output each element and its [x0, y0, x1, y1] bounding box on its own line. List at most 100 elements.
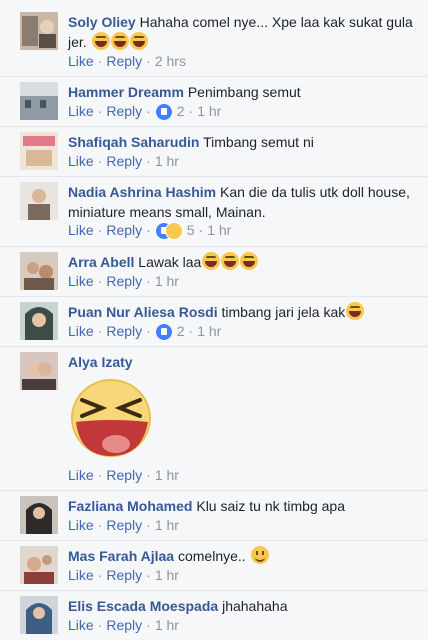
comment-body: Elis Escada Moespada jhahahaha	[68, 596, 418, 616]
like-reaction-icon	[154, 323, 173, 341]
laugh-emoji	[91, 32, 110, 50]
timestamp[interactable]: 1 hr	[207, 222, 231, 238]
commenter-name[interactable]: Puan Nur Aliesa Rosdi	[68, 304, 218, 320]
comment-body: Nadia Ashrina Hashim Kan die da tulis ut…	[68, 182, 418, 222]
like-link[interactable]: Like	[68, 517, 94, 533]
comment-body: Soly Oliey Hahaha comel nye... Xpe laa k…	[68, 12, 418, 52]
reply-link[interactable]: Reply	[106, 567, 142, 583]
comment-body: Shafiqah Saharudin Timbang semut ni	[68, 132, 418, 152]
comment-body: Hammer Dreamm Penimbang semut	[68, 82, 418, 102]
comment-actions: Like · Reply · 1 hr	[68, 467, 179, 483]
laugh-emoji	[129, 32, 148, 50]
avatar[interactable]	[20, 496, 58, 534]
like-link[interactable]: Like	[68, 467, 94, 483]
comment-text: Klu saiz tu nk timbg apa	[196, 498, 345, 514]
comment-text: Penimbang semut	[187, 84, 301, 100]
avatar[interactable]	[20, 182, 58, 220]
reactions[interactable]	[154, 323, 173, 341]
avatar[interactable]	[20, 12, 58, 50]
commenter-name[interactable]: Fazliana Mohamed	[68, 498, 192, 514]
comment: Alya Izaty Like · Reply · 1 hr	[0, 346, 428, 491]
timestamp[interactable]: 2 hrs	[155, 53, 186, 69]
reply-link[interactable]: Reply	[106, 53, 142, 69]
reply-link[interactable]: Reply	[106, 103, 142, 119]
avatar[interactable]	[20, 302, 58, 340]
laugh-emoji	[202, 252, 221, 270]
reply-link[interactable]: Reply	[106, 153, 142, 169]
reaction-count[interactable]: 2	[177, 103, 185, 119]
timestamp[interactable]: 1 hr	[197, 323, 221, 339]
timestamp[interactable]: 1 hr	[197, 103, 221, 119]
reply-link[interactable]: Reply	[106, 517, 142, 533]
like-link[interactable]: Like	[68, 222, 94, 238]
timestamp[interactable]: 1 hr	[155, 617, 179, 633]
timestamp[interactable]: 1 hr	[155, 567, 179, 583]
comment-text: Timbang semut ni	[203, 134, 314, 150]
comment-text: comelnye..	[177, 548, 246, 564]
comment-body: Fazliana Mohamed Klu saiz tu nk timbg ap…	[68, 496, 418, 516]
comment-actions: Like · Reply · 1 hr	[68, 567, 179, 583]
comment: Hammer Dreamm Penimbang semut Like · Reply…	[0, 76, 428, 127]
comment-actions: Like · Reply · 1 hr	[68, 517, 179, 533]
avatar[interactable]	[20, 546, 58, 584]
comment-text: timbang jari jela kak	[221, 304, 346, 320]
commenter-name[interactable]: Soly Oliey	[68, 14, 136, 30]
reply-link[interactable]: Reply	[106, 222, 142, 238]
comment-actions: Like · Reply · 1 hr	[68, 617, 179, 633]
timestamp[interactable]: 1 hr	[155, 517, 179, 533]
laugh-emoji	[110, 32, 129, 50]
comment-actions: Like · Reply · 2 · 1 hr	[68, 103, 222, 121]
comment-thread: Soly Oliey Hahaha comel nye... Xpe laa k…	[0, 0, 428, 640]
comment: Puan Nur Aliesa Rosdi timbang jari jela …	[0, 296, 428, 347]
avatar[interactable]	[20, 596, 58, 634]
comment: Nadia Ashrina Hashim Kan die da tulis ut…	[0, 176, 428, 247]
comment: Soly Oliey Hahaha comel nye... Xpe laa k…	[0, 0, 428, 77]
reply-link[interactable]: Reply	[106, 467, 142, 483]
reaction-count[interactable]: 5	[187, 222, 195, 238]
reactions[interactable]	[154, 103, 173, 121]
commenter-name[interactable]: Hammer Dreamm	[68, 84, 184, 100]
timestamp[interactable]: 1 hr	[155, 153, 179, 169]
timestamp[interactable]: 1 hr	[155, 273, 179, 289]
commenter-name[interactable]: Nadia Ashrina Hashim	[68, 184, 216, 200]
reply-link[interactable]: Reply	[106, 617, 142, 633]
like-link[interactable]: Like	[68, 53, 94, 69]
reply-link[interactable]: Reply	[106, 323, 142, 339]
comment-text: jhahahaha	[222, 598, 288, 614]
avatar[interactable]	[20, 252, 58, 290]
comment-actions: Like · Reply · 1 hr	[68, 153, 179, 169]
commenter-name[interactable]: Arra Abell	[68, 254, 134, 270]
reaction-count[interactable]: 2	[177, 323, 185, 339]
comment-actions: Like · Reply · 1 hr	[68, 273, 179, 289]
commenter-name[interactable]: Mas Farah Ajlaa	[68, 548, 174, 564]
reactions[interactable]	[154, 222, 183, 240]
comment-actions: Like · Reply · 2 · 1 hr	[68, 323, 222, 341]
comment-actions: Like · Reply · 5 · 1 hr	[68, 222, 232, 240]
comment: Shafiqah Saharudin Timbang semut ni Like…	[0, 126, 428, 177]
avatar[interactable]	[20, 352, 58, 390]
comment: Mas Farah Ajlaa comelnye.. Like · Reply · 1 …	[0, 540, 428, 591]
comment-text: Lawak laa	[138, 254, 202, 270]
reply-link[interactable]: Reply	[106, 273, 142, 289]
like-link[interactable]: Like	[68, 323, 94, 339]
like-link[interactable]: Like	[68, 617, 94, 633]
comment-body: Puan Nur Aliesa Rosdi timbang jari jela …	[68, 302, 418, 322]
comment-body: Arra Abell Lawak laa	[68, 252, 418, 272]
comment: Elis Escada Moespada jhahahaha Like · Repl…	[0, 590, 428, 640]
commenter-name[interactable]: Shafiqah Saharudin	[68, 134, 199, 150]
like-link[interactable]: Like	[68, 103, 94, 119]
comment-body: Alya Izaty	[68, 352, 418, 372]
avatar[interactable]	[20, 132, 58, 170]
avatar[interactable]	[20, 82, 58, 120]
like-link[interactable]: Like	[68, 273, 94, 289]
laughing-face-sticker	[68, 378, 158, 458]
comment: Fazliana Mohamed Klu saiz tu nk timbg ap…	[0, 490, 428, 541]
comment-actions: Like · Reply · 2 hrs	[68, 53, 186, 69]
like-link[interactable]: Like	[68, 567, 94, 583]
comment-body: Mas Farah Ajlaa comelnye..	[68, 546, 418, 566]
commenter-name[interactable]: Alya Izaty	[68, 354, 133, 370]
commenter-name[interactable]: Elis Escada Moespada	[68, 598, 218, 614]
like-link[interactable]: Like	[68, 153, 94, 169]
smile-emoji	[250, 546, 269, 564]
timestamp[interactable]: 1 hr	[155, 467, 179, 483]
